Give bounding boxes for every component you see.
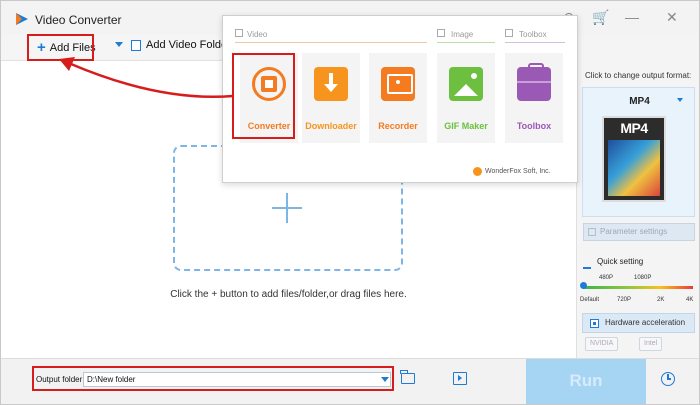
checkbox-icon [590,319,599,328]
section-label-video: Video [247,30,268,39]
download-icon [314,67,348,101]
toolbox-icon [517,63,551,101]
format-dropdown-icon [677,98,683,102]
add-video-folder-label: Add Video Folder [146,39,231,51]
output-folder-label: Output folder: [36,375,85,384]
output-format-selector[interactable]: MP4 MP4 [582,87,695,217]
quality-slider-track[interactable] [583,286,693,289]
wonderfox-logo-icon [473,167,482,176]
tool-label-converter: Converter [247,121,291,131]
section-label-toolbox: Toolbox [519,30,547,39]
bottom-bar: Output folder: D:\New folder Run [1,358,699,404]
feature-menu-popup: Video Image Toolbox Converter Downloader… [222,15,578,183]
quality-slider-thumb[interactable] [580,282,587,289]
tool-recorder[interactable]: Recorder [369,53,427,143]
section-label-image: Image [451,30,474,39]
tool-downloader[interactable]: Downloader [302,53,360,143]
minimize-icon[interactable]: — [625,9,639,25]
tick-label: 480P [599,275,614,281]
output-folder-value: D:\New folder [87,375,136,384]
popup-footer-text: WonderFox Soft, Inc. [485,168,551,175]
tool-label-gif-maker: GIF Maker [444,121,488,131]
image-icon [449,67,483,101]
video-output-icon[interactable] [453,372,467,385]
close-icon[interactable]: ✕ [666,9,678,25]
tick-label: Default [580,297,600,303]
section-divider [235,42,427,43]
intel-option[interactable]: Intel [639,337,663,351]
video-section-icon [235,29,243,37]
parameter-settings-label: Parameter settings [600,227,668,236]
hardware-acceleration-toggle[interactable]: Hardware acceleration [582,313,695,333]
tick-label: 1080P [634,275,652,281]
add-video-folder-button[interactable]: Add Video Folder [131,39,231,51]
converter-icon [252,67,286,101]
tool-gif-maker[interactable]: GIF Maker [437,53,495,143]
app-logo-icon [16,13,28,25]
quick-setting-label: Quick setting [597,257,644,266]
add-files-label: Add Files [49,42,96,54]
image-section-icon [437,29,445,37]
open-folder-icon[interactable] [400,370,415,384]
dropzone-hint: Click the + button to add files/folder,o… [170,289,407,300]
tool-toolbox[interactable]: Toolbox [505,53,563,143]
parameter-settings-button[interactable]: Parameter settings [583,223,695,241]
tick-label: 4K [686,297,694,303]
alarm-clock-icon[interactable] [661,372,675,386]
plus-icon: + [37,39,46,56]
tool-label-recorder: Recorder [378,121,418,131]
add-files-button[interactable]: + Add Files [37,39,96,57]
mp4-format-icon: MP4 [602,116,666,202]
chevron-down-icon[interactable] [381,377,389,382]
toolbox-section-icon [505,29,513,37]
film-art-icon [608,140,660,196]
output-settings-panel: Click to change output format: MP4 MP4 P… [576,35,699,358]
tick-label: 720P [617,297,632,303]
hardware-acceleration-label: Hardware acceleration [605,318,686,327]
tool-converter[interactable]: Converter [240,53,298,143]
format-icon-label: MP4 [620,120,648,136]
tick-label: 2K [657,297,665,303]
section-divider [437,42,495,43]
run-button[interactable]: Run [526,359,646,404]
cart-icon[interactable]: 🛒 [592,9,609,25]
nvidia-option[interactable]: NVIDIA [585,337,619,351]
tool-label-downloader: Downloader [305,121,357,131]
settings-icon [588,228,596,236]
folder-icon [131,39,141,51]
add-files-dropdown-icon[interactable] [115,42,123,47]
app-window: Video Converter ⊙ 🛒 — ✕ + Add Files Add … [0,0,700,405]
screen-recorder-icon [381,67,415,101]
app-title: Video Converter [35,13,122,27]
change-format-label: Click to change output format: [585,71,692,80]
tool-label-toolbox: Toolbox [516,121,552,131]
section-divider [505,42,565,43]
output-folder-field[interactable]: D:\New folder [83,372,391,387]
plus-icon-vertical [286,193,288,223]
